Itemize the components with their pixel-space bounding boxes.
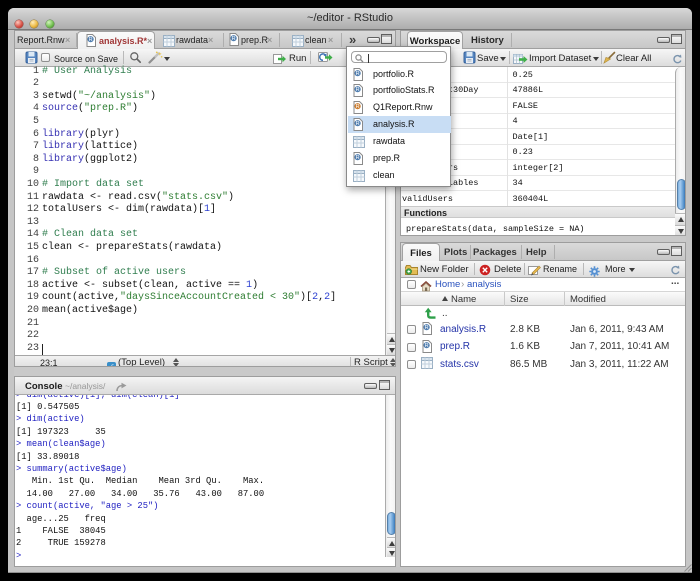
svg-text:R: R <box>356 155 360 161</box>
svg-text:R: R <box>425 343 429 349</box>
svg-text:R: R <box>425 325 429 331</box>
svg-text:R: R <box>232 36 236 42</box>
svg-text:R: R <box>356 71 360 77</box>
svg-text:R: R <box>356 121 360 127</box>
svg-text:R: R <box>89 37 93 43</box>
svg-text:R: R <box>356 104 360 110</box>
svg-text:R: R <box>356 87 360 93</box>
